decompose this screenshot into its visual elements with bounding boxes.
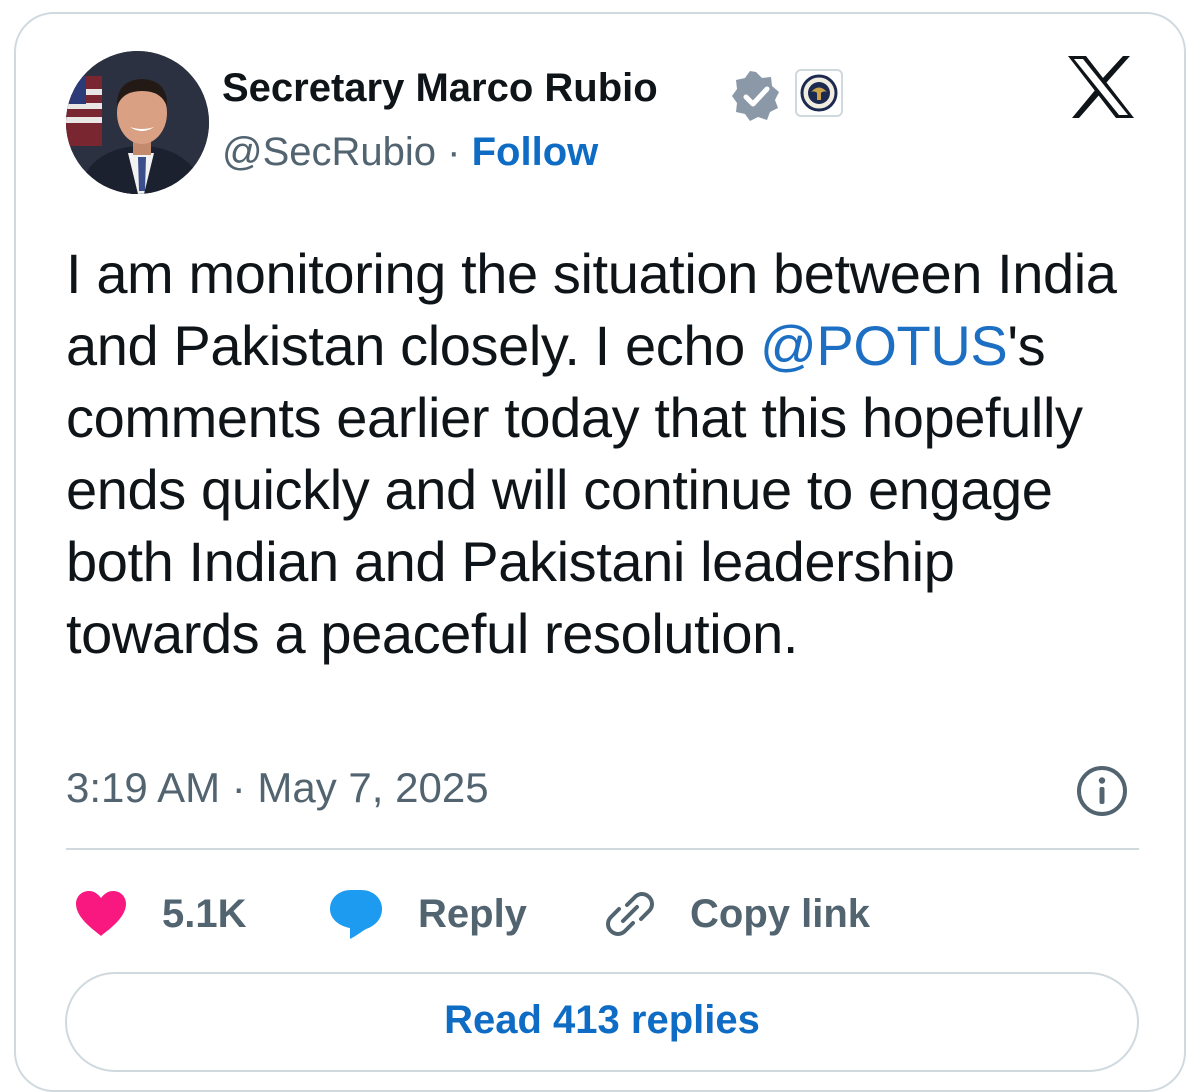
follow-button[interactable]: Follow — [472, 130, 599, 174]
read-replies-button[interactable]: Read 413 replies — [65, 972, 1139, 1072]
speech-bubble-icon — [330, 890, 382, 939]
reply-action[interactable]: Reply — [328, 886, 527, 942]
tweet-timestamp[interactable]: 3:19 AM · May 7, 2025 — [66, 764, 489, 812]
state-department-seal-icon[interactable] — [795, 69, 843, 117]
copy-link-action[interactable]: Copy link — [604, 886, 870, 942]
potus-mention-link[interactable]: @POTUS — [760, 314, 1008, 377]
avatar[interactable] — [66, 51, 209, 194]
author-handle[interactable]: @SecRubio — [222, 130, 436, 174]
link-icon — [606, 892, 654, 936]
copy-link-label: Copy link — [690, 891, 871, 936]
handle-separator: · — [447, 130, 461, 174]
divider — [66, 848, 1139, 850]
x-logo-icon[interactable] — [1066, 54, 1136, 120]
like-action[interactable]: 5.1K — [74, 886, 247, 942]
verified-badge-icon — [732, 71, 779, 121]
author-handle-row: @SecRubio · Follow — [222, 130, 598, 175]
like-count: 5.1K — [162, 891, 247, 936]
reply-label: Reply — [418, 891, 527, 936]
tweet-text: I am monitoring the situation between In… — [66, 238, 1146, 670]
heart-icon — [76, 891, 126, 936]
author-name[interactable]: Secretary Marco Rubio — [222, 66, 658, 111]
info-icon[interactable] — [1075, 764, 1129, 818]
